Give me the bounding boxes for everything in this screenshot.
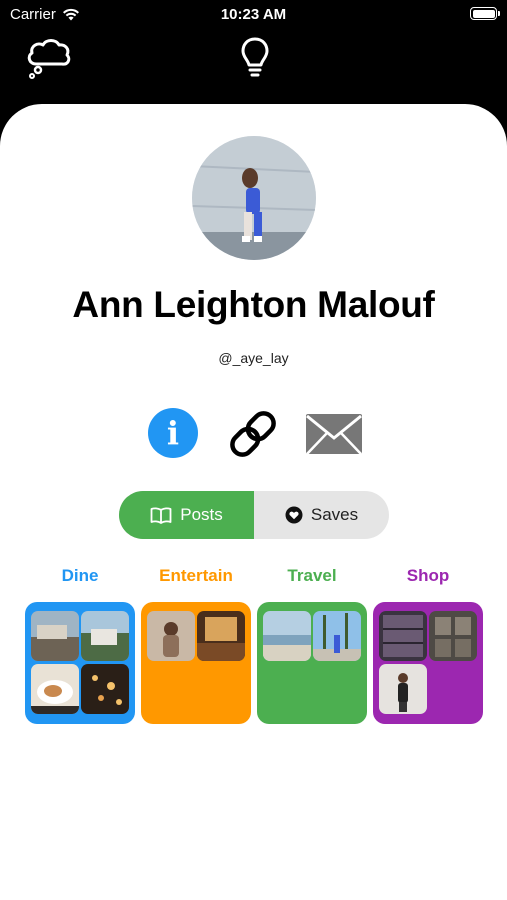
profile-handle: @_aye_lay xyxy=(218,350,289,366)
avatar[interactable] xyxy=(192,136,316,260)
lightbulb-icon[interactable] xyxy=(240,36,270,80)
photo-thumbnail xyxy=(81,611,129,661)
photo-thumbnail xyxy=(379,664,427,714)
photo-thumbnail xyxy=(31,664,79,714)
photo-thumbnail xyxy=(379,611,427,661)
photo-thumbnail xyxy=(147,611,195,661)
photo-thumbnail xyxy=(81,664,129,714)
tab-posts[interactable]: Posts xyxy=(119,491,254,539)
category-tile-travel[interactable] xyxy=(257,602,367,724)
photo-thumbnail xyxy=(313,611,361,661)
profile-card: Ann Leighton Malouf @_aye_lay i Posts Sa… xyxy=(0,104,507,900)
category-label-entertain: Entertain xyxy=(159,566,233,585)
thought-cloud-icon[interactable] xyxy=(24,36,72,80)
photo-thumbnail xyxy=(429,611,477,661)
category-tile-entertain[interactable] xyxy=(141,602,251,724)
category-tile-dine[interactable] xyxy=(25,602,135,724)
status-bar: Carrier 10:23 AM xyxy=(0,0,507,30)
photo-thumbnail xyxy=(197,611,245,661)
category-label-shop: Shop xyxy=(406,566,450,585)
tab-saves-label: Saves xyxy=(310,505,359,524)
photo-thumbnail xyxy=(263,611,311,661)
clock: 10:23 AM xyxy=(220,6,287,23)
posts-saves-toggle: Posts Saves xyxy=(119,491,389,539)
info-icon[interactable]: i xyxy=(148,408,198,458)
category-label-travel: Travel xyxy=(287,566,337,585)
category-label-dine: Dine xyxy=(61,566,99,585)
tab-posts-label: Posts xyxy=(180,505,223,524)
heart-circle-icon xyxy=(285,506,303,524)
link-icon[interactable] xyxy=(224,406,282,462)
photo-thumbnail xyxy=(31,611,79,661)
mail-icon[interactable] xyxy=(305,412,363,456)
profile-actions: i xyxy=(0,406,507,462)
battery-icon xyxy=(470,7,500,20)
profile-name: Ann Leighton Malouf xyxy=(72,284,435,325)
category-tile-shop[interactable] xyxy=(373,602,483,724)
book-icon xyxy=(150,507,172,524)
tab-saves[interactable]: Saves xyxy=(254,491,389,539)
